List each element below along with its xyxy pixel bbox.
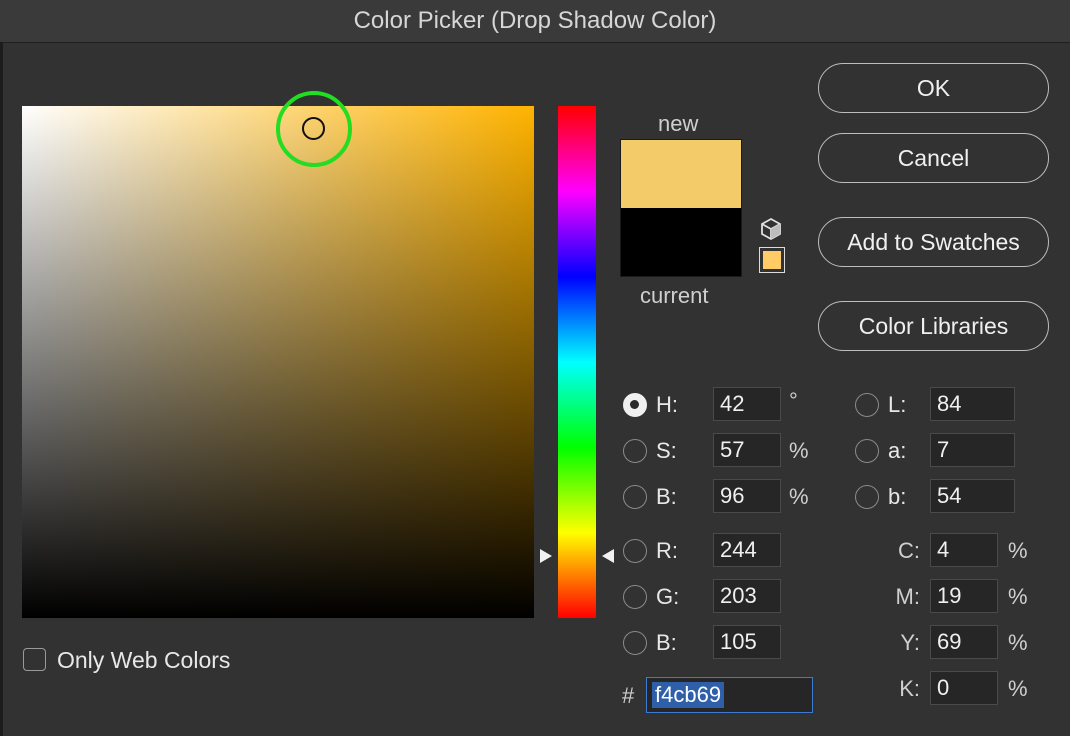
yellow-input[interactable]: 69 <box>930 625 998 659</box>
brightness-unit: % <box>789 484 809 509</box>
lightness-label: L: <box>888 392 907 417</box>
only-web-colors-label: Only Web Colors <box>57 647 231 673</box>
a-channel-label: a: <box>888 438 907 463</box>
red-label: R: <box>656 538 678 563</box>
b-channel-radio[interactable] <box>855 485 879 509</box>
hex-prefix: # <box>622 683 635 708</box>
window-title: Color Picker (Drop Shadow Color) <box>0 0 1070 43</box>
color-comparison-swatch <box>620 139 742 277</box>
brightness-input[interactable]: 96 <box>713 479 781 513</box>
green-label: G: <box>656 584 680 609</box>
green-input[interactable]: 203 <box>713 579 781 613</box>
color-field[interactable] <box>22 106 534 618</box>
magenta-label: M: <box>895 584 920 609</box>
saturation-input[interactable]: 57 <box>713 433 781 467</box>
blue-radio[interactable] <box>623 631 647 655</box>
saturation-unit: % <box>789 438 809 463</box>
green-radio[interactable] <box>623 585 647 609</box>
cancel-button[interactable]: Cancel <box>818 133 1049 183</box>
window-edge <box>0 42 3 736</box>
red-input[interactable]: 244 <box>713 533 781 567</box>
a-channel-radio[interactable] <box>855 439 879 463</box>
color-libraries-button[interactable]: Color Libraries <box>818 301 1049 351</box>
a-channel-input[interactable]: 7 <box>930 433 1015 467</box>
color-selector-marker[interactable] <box>302 117 325 140</box>
hex-input[interactable]: f4cb69 <box>646 677 813 713</box>
magenta-input[interactable]: 19 <box>930 579 998 613</box>
lightness-radio[interactable] <box>855 393 879 417</box>
cyan-unit: % <box>1008 538 1028 563</box>
black-unit: % <box>1008 676 1028 701</box>
brightness-radio[interactable] <box>623 485 647 509</box>
blue-label: B: <box>656 630 677 655</box>
blue-input[interactable]: 105 <box>713 625 781 659</box>
new-color-swatch <box>621 140 741 208</box>
only-web-colors-checkbox[interactable] <box>23 648 46 671</box>
cube-icon[interactable] <box>759 217 783 241</box>
cyan-input[interactable]: 4 <box>930 533 998 567</box>
new-color-label: new <box>658 111 699 136</box>
ok-button[interactable]: OK <box>818 63 1049 113</box>
websafe-swatch-icon[interactable] <box>759 247 785 273</box>
black-input[interactable]: 0 <box>930 671 998 705</box>
yellow-label: Y: <box>900 630 920 655</box>
hue-label: H: <box>656 392 678 417</box>
lightness-input[interactable]: 84 <box>930 387 1015 421</box>
saturation-radio[interactable] <box>623 439 647 463</box>
current-color-swatch[interactable] <box>621 208 741 276</box>
b-channel-label: b: <box>888 484 907 509</box>
hue-slider-right-arrow[interactable] <box>602 549 614 563</box>
saturation-label: S: <box>656 438 677 463</box>
magenta-unit: % <box>1008 584 1028 609</box>
hue-slider-left-arrow[interactable] <box>540 549 552 563</box>
cyan-label: C: <box>898 538 920 563</box>
hue-radio[interactable] <box>623 393 647 417</box>
hue-input[interactable]: 42 <box>713 387 781 421</box>
yellow-unit: % <box>1008 630 1028 655</box>
red-radio[interactable] <box>623 539 647 563</box>
black-label: K: <box>899 676 920 701</box>
hex-value-selected: f4cb69 <box>652 682 725 708</box>
b-channel-input[interactable]: 54 <box>930 479 1015 513</box>
hue-unit: ° <box>789 388 798 413</box>
add-to-swatches-button[interactable]: Add to Swatches <box>818 217 1049 267</box>
hue-slider[interactable] <box>558 106 596 618</box>
brightness-label: B: <box>656 484 677 509</box>
current-color-label: current <box>640 283 709 308</box>
